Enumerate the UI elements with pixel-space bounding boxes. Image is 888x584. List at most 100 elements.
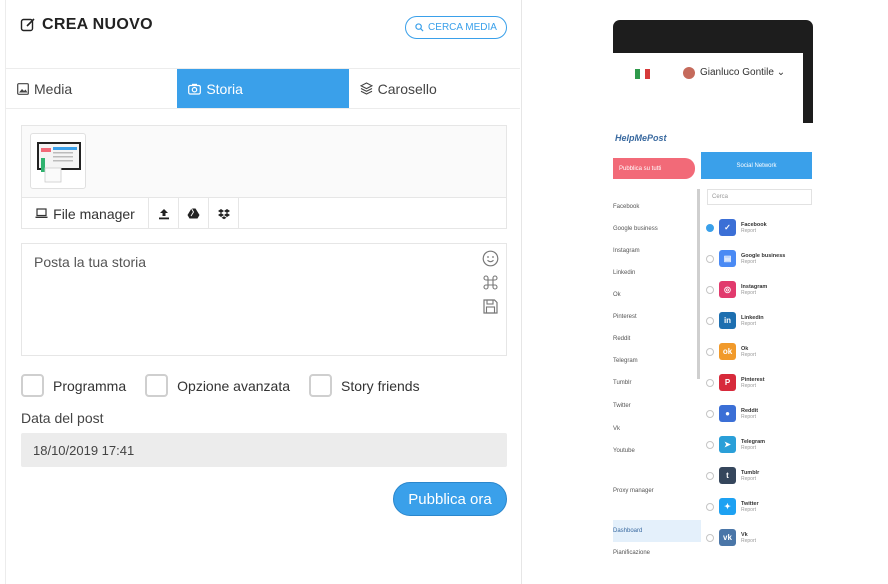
preview-menu-item: Instagram bbox=[613, 248, 640, 254]
programma-checkbox[interactable] bbox=[21, 374, 44, 397]
emoji-icon[interactable] bbox=[482, 250, 499, 267]
preview-network-radio bbox=[706, 409, 714, 418]
preview-network-row: ▤ Google business Report bbox=[706, 250, 785, 267]
telegram-icon: ➤ bbox=[719, 436, 736, 453]
option-opzione-avanzata[interactable]: Opzione avanzata bbox=[145, 374, 290, 397]
preview-network-row: ok Ok Report bbox=[706, 343, 756, 360]
preview-network-row: ✦ Twitter Report bbox=[706, 498, 759, 515]
programma-label: Programma bbox=[53, 377, 127, 394]
preview-network-report: Report bbox=[741, 351, 757, 358]
facebook-icon: ✓ bbox=[719, 219, 736, 236]
story-friends-checkbox[interactable] bbox=[309, 374, 332, 397]
preview-social-network-header: Social Network bbox=[701, 152, 812, 179]
upload-button[interactable] bbox=[149, 198, 179, 229]
avatar bbox=[683, 67, 695, 79]
create-panel: CREA NUOVO CERCA MEDIA Media Storia Caro… bbox=[0, 0, 522, 584]
thumbnail-image bbox=[37, 142, 81, 183]
preview-network-report: Report bbox=[741, 289, 757, 296]
preview-network-report: Report bbox=[741, 382, 757, 389]
preview-scrollbar bbox=[697, 189, 700, 379]
laptop-icon bbox=[35, 208, 48, 218]
preview-menu-item: Google business bbox=[613, 226, 658, 232]
media-dropzone[interactable]: File manager bbox=[21, 125, 507, 229]
preview-menu-item: Facebook bbox=[613, 204, 640, 210]
tab-media-label: Media bbox=[34, 80, 73, 97]
panel-header: CREA NUOVO bbox=[20, 16, 153, 34]
preview-menu-item-active: Dashboard bbox=[613, 520, 701, 542]
preview-menu-item: Ok bbox=[613, 292, 621, 298]
image-icon bbox=[17, 82, 29, 95]
preview-network-radio bbox=[706, 471, 714, 480]
preview-network-radio bbox=[706, 223, 714, 232]
pinterest-icon: P bbox=[719, 374, 736, 391]
preview-network-report: Report bbox=[741, 537, 757, 544]
post-type-tabs: Media Storia Carosello bbox=[6, 68, 520, 109]
preview-menu-item: Twitter bbox=[613, 403, 631, 409]
option-programma[interactable]: Programma bbox=[21, 374, 126, 397]
preview-network-row: ➤ Telegram Report bbox=[706, 436, 765, 453]
post-date-input[interactable]: 18/10/2019 17:41 bbox=[21, 433, 507, 467]
instagram-icon: ◎ bbox=[719, 281, 736, 298]
opzione-avanzata-label: Opzione avanzata bbox=[177, 377, 290, 394]
save-icon[interactable] bbox=[482, 298, 499, 315]
search-icon bbox=[415, 23, 424, 32]
preview-menu-item: Youtube bbox=[613, 448, 635, 454]
textarea-tools bbox=[482, 250, 499, 315]
publish-now-button[interactable]: Pubblica ora bbox=[393, 482, 507, 516]
media-thumbnail[interactable] bbox=[30, 133, 86, 189]
preview-network-row: P Pinterest Report bbox=[706, 374, 765, 391]
preview-menu-item: Proxy manager bbox=[613, 488, 654, 494]
preview-network-radio bbox=[706, 285, 714, 294]
italy-flag-icon bbox=[635, 69, 650, 79]
camera-icon bbox=[188, 83, 202, 95]
tab-carosello-label: Carosello bbox=[377, 80, 437, 97]
story-textarea[interactable]: Posta la tua storia bbox=[21, 243, 507, 356]
preview-image: Gianluco Gontile ⌄ HelpMePost Pubblica s… bbox=[523, 0, 888, 584]
tab-storia-label: Storia bbox=[206, 80, 243, 97]
tab-carosello[interactable]: Carosello bbox=[349, 69, 520, 108]
command-icon[interactable] bbox=[482, 274, 499, 291]
opzione-avanzata-checkbox[interactable] bbox=[145, 374, 169, 397]
media-toolbar: File manager bbox=[22, 197, 506, 229]
preview-network-radio bbox=[706, 378, 714, 387]
preview-network-radio bbox=[706, 502, 714, 511]
laptop-screen: Gianluco Gontile ⌄ bbox=[613, 53, 803, 128]
dropbox-icon bbox=[217, 208, 230, 219]
preview-menu-item: Reddit bbox=[613, 336, 631, 342]
reddit-icon: ● bbox=[719, 405, 736, 422]
preview-network-row: ◎ Instagram Report bbox=[706, 281, 767, 298]
preview-network-radio bbox=[706, 347, 714, 356]
preview-user-name: Gianluco Gontile ⌄ bbox=[700, 67, 786, 78]
google-drive-button[interactable] bbox=[179, 198, 209, 229]
page-title: CREA NUOVO bbox=[42, 16, 153, 33]
preview-logo: HelpMePost bbox=[615, 133, 667, 143]
tumblr-icon: t bbox=[719, 467, 736, 484]
search-media-button[interactable]: CERCA MEDIA bbox=[405, 16, 507, 39]
linkedin-icon: in bbox=[719, 312, 736, 329]
preview-network-row: ● Reddit Report bbox=[706, 405, 758, 422]
preview-menu-item: Vk bbox=[613, 426, 621, 432]
file-manager-button[interactable]: File manager bbox=[22, 198, 149, 229]
ok-icon: ok bbox=[719, 343, 736, 360]
google-business-icon: ▤ bbox=[719, 250, 736, 267]
preview-search-input: Cerca bbox=[707, 189, 812, 205]
preview-network-report: Report bbox=[741, 258, 757, 265]
edit-icon bbox=[20, 18, 35, 32]
preview-network-report: Report bbox=[741, 444, 757, 451]
google-drive-icon bbox=[187, 208, 200, 219]
tab-media[interactable]: Media bbox=[6, 69, 177, 108]
layers-icon bbox=[359, 82, 373, 95]
dropbox-button[interactable] bbox=[209, 198, 239, 229]
file-manager-label: File manager bbox=[53, 205, 135, 222]
tab-storia[interactable]: Storia bbox=[177, 69, 349, 108]
preview-menu-item: Pianificazione bbox=[613, 550, 651, 556]
post-options: Programma Opzione avanzata Story friends bbox=[21, 374, 439, 397]
story-placeholder: Posta la tua storia bbox=[34, 254, 147, 270]
preview-network-report: Report bbox=[741, 475, 757, 482]
preview-network-report: Report bbox=[741, 413, 757, 420]
preview-network-row: t Tumblr Report bbox=[706, 467, 759, 484]
option-story-friends[interactable]: Story friends bbox=[309, 374, 420, 397]
post-date-label: Data del post bbox=[21, 410, 104, 426]
preview-network-radio bbox=[706, 533, 714, 542]
preview-network-report: Report bbox=[741, 227, 757, 234]
